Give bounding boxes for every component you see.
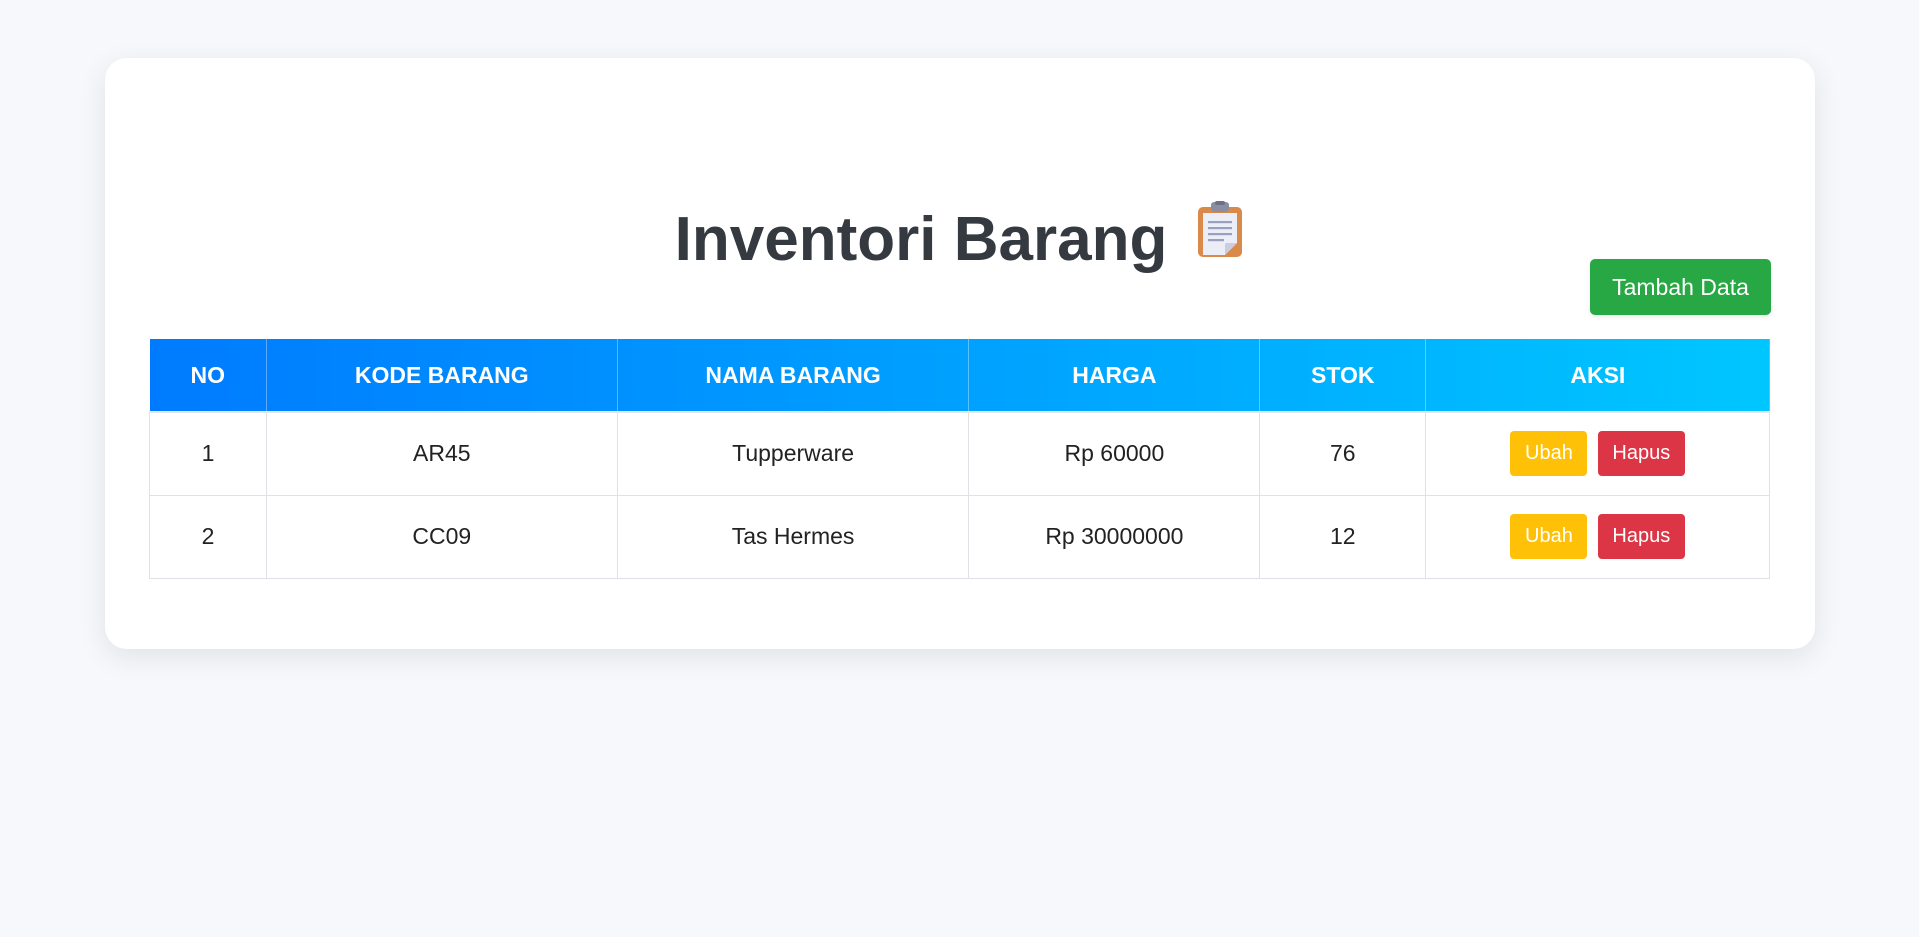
header-harga: HARGA — [968, 339, 1261, 412]
cell-nama-barang: Tas Hermes — [616, 494, 970, 579]
cell-no: 1 — [149, 411, 267, 496]
header-nama-barang: NAMA BARANG — [617, 339, 970, 412]
cell-harga: Rp 60000 — [968, 411, 1261, 496]
cell-stok: 12 — [1259, 494, 1427, 579]
delete-button[interactable]: Hapus — [1597, 431, 1685, 477]
cell-no: 2 — [149, 494, 267, 579]
cell-kode-barang: CC09 — [265, 494, 618, 579]
inventory-card: Inventori Barang Tambah Data NO KODE BAR… — [105, 58, 1815, 649]
clipboard-icon — [1195, 201, 1245, 276]
add-data-button[interactable]: Tambah Data — [1590, 259, 1771, 315]
cell-harga: Rp 30000000 — [968, 494, 1261, 579]
header-stok: STOK — [1259, 339, 1427, 412]
cell-stok: 76 — [1259, 411, 1427, 496]
cell-aksi: Ubah Hapus — [1425, 494, 1770, 579]
table-row: 2 CC09 Tas Hermes Rp 30000000 12 Ubah Ha… — [149, 494, 1770, 579]
cell-kode-barang: AR45 — [265, 411, 618, 496]
cell-aksi: Ubah Hapus — [1425, 411, 1770, 496]
page-title: Inventori Barang — [674, 205, 1168, 274]
edit-button[interactable]: Ubah — [1510, 431, 1588, 477]
inventory-table: NO KODE BARANG NAMA BARANG HARGA STOK AK… — [149, 339, 1770, 579]
header-aksi: AKSI — [1570, 361, 1626, 388]
header-kode-barang: KODE BARANG — [266, 339, 618, 412]
table-row: 1 AR45 Tupperware Rp 60000 76 Ubah Hapus — [149, 411, 1770, 496]
cell-nama-barang: Tupperware — [616, 411, 970, 496]
table-header-row: NO KODE BARANG NAMA BARANG HARGA STOK AK… — [149, 339, 1770, 412]
delete-button[interactable]: Hapus — [1597, 514, 1685, 559]
edit-button[interactable]: Ubah — [1510, 514, 1588, 559]
header-no: NO — [149, 339, 267, 412]
page-title-row: Inventori Barang — [105, 201, 1815, 277]
